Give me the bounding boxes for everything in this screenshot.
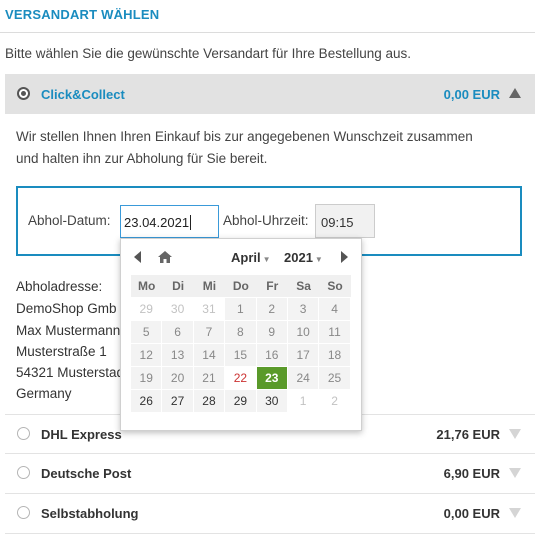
section-title: VERSANDART WÄHLEN bbox=[5, 7, 160, 22]
calendar-day[interactable]: 13 bbox=[162, 344, 194, 366]
shipping-name: Click&Collect bbox=[41, 87, 125, 102]
intro-text: Bitte wählen Sie die gewünschte Versanda… bbox=[5, 46, 411, 61]
address-line: Max Mustermann bbox=[16, 323, 121, 338]
calendar-day[interactable]: 3 bbox=[287, 298, 320, 320]
calendar-day[interactable]: 6 bbox=[162, 321, 194, 343]
shipping-price: 0,00 EUR bbox=[443, 87, 500, 102]
triangle-down-icon[interactable] bbox=[509, 429, 521, 439]
calendar-day[interactable]: 20 bbox=[162, 367, 194, 389]
chevron-left-icon[interactable] bbox=[134, 251, 141, 263]
calendar-day[interactable]: 30 bbox=[256, 390, 288, 412]
time-label: Abhol-Uhrzeit: bbox=[223, 213, 309, 228]
radio-click-collect[interactable] bbox=[17, 87, 30, 100]
calendar-day[interactable]: 21 bbox=[193, 367, 226, 389]
divider bbox=[5, 533, 535, 534]
calendar-day: 31 bbox=[193, 298, 226, 320]
calendar-day[interactable]: 14 bbox=[193, 344, 226, 366]
datepicker: April ▼ 2021 ▼ Mo Di Mi Do Fr Sa So 29 30 31 1 2 3 4 5 6 7… bbox=[120, 238, 362, 431]
calendar-day[interactable]: 11 bbox=[319, 321, 351, 343]
calendar-day: 2 bbox=[319, 390, 351, 412]
date-label: Abhol-Datum: bbox=[28, 213, 111, 228]
text-caret bbox=[190, 215, 192, 230]
calendar-day[interactable]: 12 bbox=[131, 344, 163, 366]
calendar-day[interactable]: 24 bbox=[287, 367, 320, 389]
calendar-day[interactable]: 4 bbox=[319, 298, 351, 320]
description-line-2: und halten ihn zur Abholung für Sie bere… bbox=[16, 151, 268, 166]
year-label: 2021 bbox=[284, 250, 313, 265]
radio-selbstabholung[interactable] bbox=[17, 506, 30, 519]
calendar-day[interactable]: 5 bbox=[131, 321, 163, 343]
triangle-up-icon[interactable] bbox=[509, 88, 521, 98]
calendar-day[interactable]: 27 bbox=[162, 390, 194, 412]
radio-dhl-express[interactable] bbox=[17, 427, 30, 440]
address-line: DemoShop Gmb bbox=[16, 301, 117, 316]
weekday-header: So bbox=[319, 275, 351, 297]
shipping-option-click-collect[interactable]: Click&Collect 0,00 EUR bbox=[5, 74, 535, 114]
weekday-header: Di bbox=[162, 275, 194, 297]
date-input[interactable]: 23.04.2021 bbox=[120, 205, 219, 238]
calendar-day[interactable]: 29 bbox=[225, 390, 257, 412]
shipping-price: 6,90 EUR bbox=[443, 466, 500, 481]
calendar-day[interactable]: 19 bbox=[131, 367, 163, 389]
home-icon[interactable] bbox=[157, 249, 173, 265]
calendar-day[interactable]: 7 bbox=[193, 321, 226, 343]
calendar-day[interactable]: 22 bbox=[225, 367, 257, 389]
calendar-day[interactable]: 10 bbox=[287, 321, 320, 343]
month-select[interactable]: April ▼ bbox=[231, 250, 271, 265]
weekday-header: Sa bbox=[287, 275, 320, 297]
calendar-day[interactable]: 25 bbox=[319, 367, 351, 389]
calendar-day[interactable]: 26 bbox=[131, 390, 163, 412]
calendar-day[interactable]: 16 bbox=[256, 344, 288, 366]
shipping-name: Deutsche Post bbox=[41, 466, 132, 481]
triangle-down-icon[interactable] bbox=[509, 468, 521, 478]
section-rule bbox=[0, 32, 535, 33]
calendar-day: 29 bbox=[131, 298, 163, 320]
address-line: Musterstraße 1 bbox=[16, 344, 107, 359]
triangle-down-icon[interactable] bbox=[509, 508, 521, 518]
weekday-header: Do bbox=[225, 275, 257, 297]
calendar-day[interactable]: 18 bbox=[319, 344, 351, 366]
calendar-day[interactable]: 9 bbox=[256, 321, 288, 343]
time-input[interactable]: 09:15 bbox=[315, 204, 375, 238]
shipping-price: 0,00 EUR bbox=[443, 506, 500, 521]
shipping-name: Selbstabholung bbox=[41, 506, 139, 521]
shipping-option-selbstabholung[interactable]: Selbstabholung 0,00 EUR bbox=[5, 494, 535, 532]
year-select[interactable]: 2021 ▼ bbox=[284, 250, 323, 265]
calendar-day[interactable]: 15 bbox=[225, 344, 257, 366]
calendar-day[interactable]: 8 bbox=[225, 321, 257, 343]
calendar-day[interactable]: 28 bbox=[193, 390, 226, 412]
shipping-price: 21,76 EUR bbox=[436, 427, 500, 442]
calendar-day[interactable]: 17 bbox=[287, 344, 320, 366]
shipping-name: DHL Express bbox=[41, 427, 122, 442]
address-line: 54321 Musterstad bbox=[16, 365, 125, 380]
calendar-day[interactable]: 2 bbox=[256, 298, 288, 320]
calendar-day[interactable]: 1 bbox=[225, 298, 257, 320]
address-line: Germany bbox=[16, 386, 72, 401]
weekday-header: Mo bbox=[131, 275, 163, 297]
address-label: Abholadresse: bbox=[16, 279, 103, 294]
date-value: 23.04.2021 bbox=[124, 215, 190, 230]
chevron-right-icon[interactable] bbox=[341, 251, 348, 263]
click-collect-description: Wir stellen Ihnen Ihren Einkauf bis zur … bbox=[16, 126, 516, 170]
description-line-1: Wir stellen Ihnen Ihren Einkauf bis zur … bbox=[16, 129, 473, 144]
radio-deutsche-post[interactable] bbox=[17, 466, 30, 479]
calendar-day: 1 bbox=[287, 390, 320, 412]
weekday-header: Fr bbox=[256, 275, 288, 297]
caret-down-icon: ▼ bbox=[314, 255, 323, 264]
shipping-option-deutsche-post[interactable]: Deutsche Post 6,90 EUR bbox=[5, 454, 535, 492]
caret-down-icon: ▼ bbox=[262, 255, 271, 264]
month-label: April bbox=[231, 250, 261, 265]
calendar-day[interactable]: 23 bbox=[256, 367, 288, 389]
weekday-header: Mi bbox=[193, 275, 226, 297]
calendar-grid: Mo Di Mi Do Fr Sa So 29 30 31 1 2 3 4 5 6 7 8 9 10 11 12 13 14 1… bbox=[131, 275, 351, 412]
calendar-day: 30 bbox=[162, 298, 194, 320]
